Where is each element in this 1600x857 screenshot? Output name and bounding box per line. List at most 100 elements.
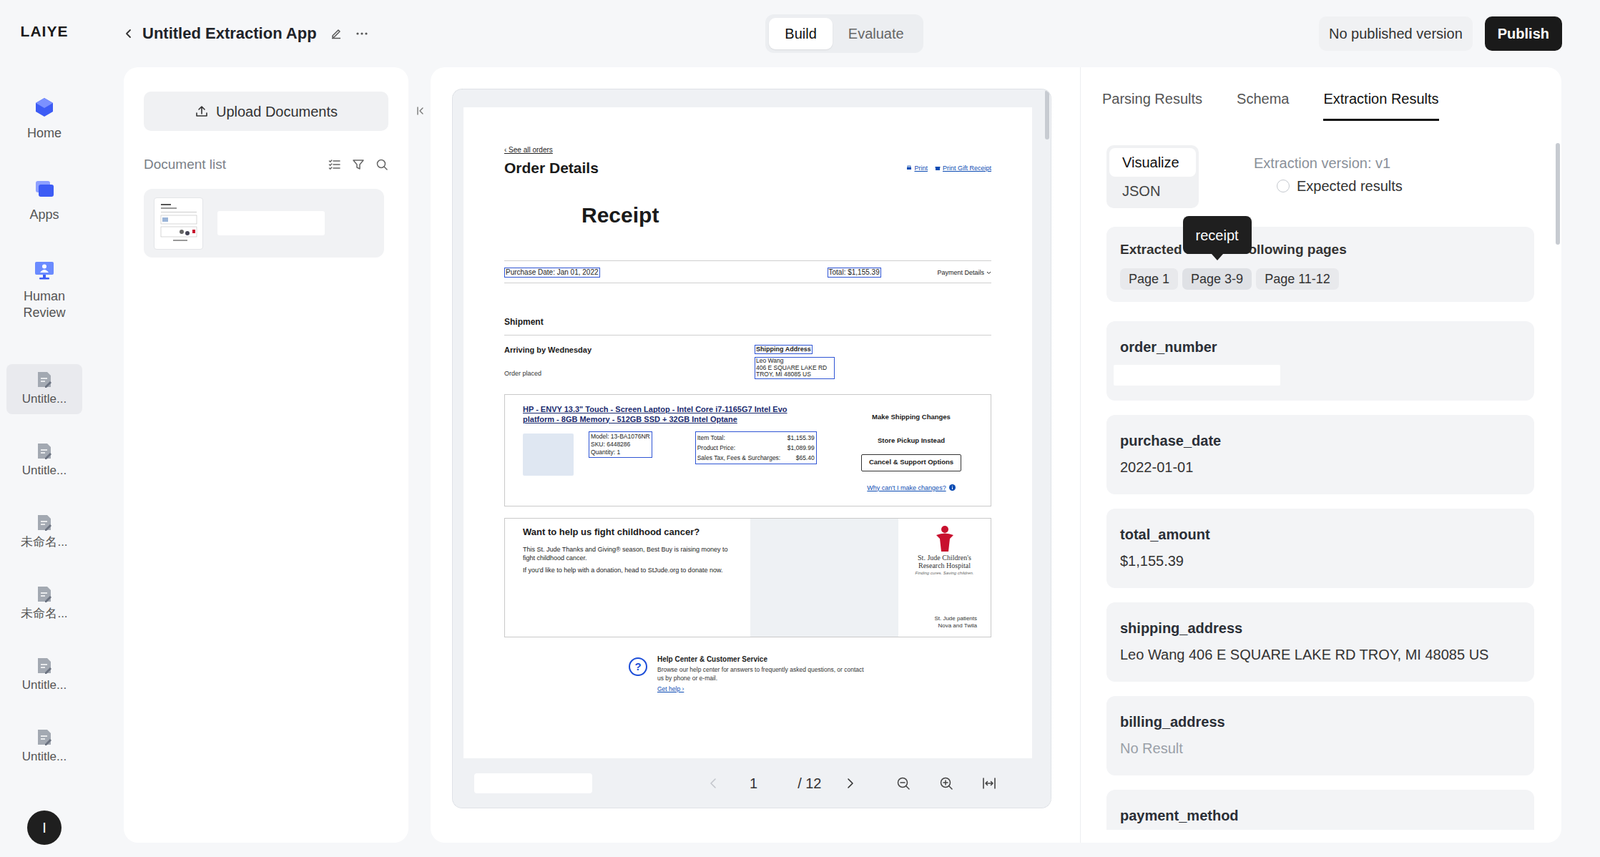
user-avatar[interactable]: I — [27, 810, 62, 845]
get-help-link[interactable]: Get help › — [657, 685, 872, 694]
edit-icon[interactable] — [329, 27, 343, 41]
file-name-field — [474, 773, 593, 794]
action-link[interactable]: Make Shipping Changes — [871, 411, 951, 422]
home-icon — [33, 96, 56, 119]
caption-line: St. Jude patients — [934, 615, 978, 623]
product-image — [522, 433, 574, 476]
extraction-version: Extraction version: v1 — [1253, 154, 1403, 172]
field-list: order_numberpurchase_date2022-01-01total… — [1106, 321, 1535, 830]
divider — [504, 260, 992, 262]
product-actions: Make Shipping Changes Store Pickup Instea… — [849, 404, 973, 472]
app-item[interactable]: 未命名... — [6, 507, 83, 558]
purchase-date: Purchase Date: Jan 01, 2022 — [504, 267, 601, 278]
app-document-icon — [36, 585, 53, 603]
app-label: 未命名... — [20, 535, 68, 550]
field-name: total_amount — [1120, 524, 1521, 545]
zoom-in-icon[interactable] — [939, 776, 954, 791]
nav-item[interactable]: Human Review — [5, 259, 84, 322]
action-link[interactable]: Store Pickup Instead — [877, 435, 945, 445]
app-item[interactable]: Untitle... — [6, 721, 83, 772]
page-number[interactable]: 1 — [749, 772, 758, 794]
more-icon[interactable] — [355, 31, 369, 36]
editor-panel: ‹ See all orders Order Details Print — [430, 67, 1562, 843]
gift-receipt-link[interactable]: Print Gift Receipt — [942, 164, 992, 173]
product-card: HP - ENVY 13.3" Touch - Screen Laptop - … — [504, 394, 992, 507]
divider — [504, 282, 992, 284]
radio-button[interactable] — [1276, 179, 1290, 193]
logo[interactable]: LAIYE — [20, 0, 69, 63]
view-option[interactable]: Visualize — [1109, 148, 1196, 177]
page-chip[interactable]: Page 11-12 — [1255, 268, 1339, 290]
promo-card: Want to help us fight childhood cancer? … — [504, 517, 992, 638]
price-label: Product Price: — [697, 442, 736, 453]
divider — [504, 334, 992, 336]
app-item[interactable]: Untitle... — [6, 435, 83, 486]
previous-page-icon[interactable] — [706, 777, 720, 789]
view-option[interactable]: JSON — [1109, 176, 1196, 206]
logo-line: Research Hospital — [917, 561, 972, 570]
workspace: Untitled Extraction App BuildEvaluate No… — [88, 0, 1600, 857]
list-check-icon[interactable] — [328, 158, 342, 171]
nav-item[interactable]: Apps — [5, 178, 84, 224]
field-card: purchase_date2022-01-01 — [1106, 414, 1535, 495]
field-card: payment_method — [1106, 789, 1535, 830]
zoom-out-icon[interactable] — [896, 776, 911, 791]
price-label: Item Total: — [697, 432, 726, 443]
results-tab[interactable]: Schema — [1236, 90, 1289, 121]
field-name: shipping_address — [1120, 617, 1521, 638]
upload-icon — [194, 104, 209, 119]
chevron-down-icon — [986, 271, 992, 275]
shipping-address-label: Shipping Address — [754, 344, 813, 355]
page-chip[interactable]: Page 1 — [1120, 268, 1179, 290]
print-link[interactable]: Print — [914, 164, 928, 173]
app-document-icon — [36, 442, 53, 460]
collapse-icon[interactable] — [416, 105, 427, 116]
expected-results-toggle[interactable]: Expected results — [1276, 177, 1403, 195]
results-tab[interactable]: Extraction Results — [1323, 90, 1439, 121]
document-thumbnail — [153, 197, 204, 250]
mode-tab[interactable]: Build — [768, 17, 832, 50]
price-value: $1,089.99 — [787, 442, 815, 453]
promo-line: If you'd like to help with a donation, h… — [522, 565, 738, 575]
back-icon[interactable] — [123, 27, 135, 40]
document-viewer: ‹ See all orders Order Details Print — [452, 88, 1052, 809]
print-icon — [906, 165, 912, 171]
fit-width-icon[interactable] — [982, 776, 997, 791]
results-tab[interactable]: Parsing Results — [1102, 90, 1203, 121]
shipping-address: Leo Wang406 E SQUARE LAKE RDTROY, MI 480… — [754, 356, 835, 380]
order-total: Total: $1,155.39 — [827, 267, 882, 278]
help-icon: ? — [628, 657, 648, 676]
filter-icon[interactable] — [351, 158, 365, 171]
help-text: Browse our help center for answers to fr… — [657, 665, 872, 683]
app-item[interactable]: 未命名... — [6, 578, 83, 629]
apps-icon — [33, 178, 56, 200]
mode-tab[interactable]: Evaluate — [832, 17, 920, 50]
page-chip[interactable]: Page 3-9receipt — [1182, 268, 1252, 290]
app-item[interactable]: Untitle... — [6, 650, 83, 701]
publish-button[interactable]: Publish — [1484, 16, 1563, 51]
document-list — [143, 188, 389, 258]
product-title-link[interactable]: HP - ENVY 13.3" Touch - Screen Laptop - … — [522, 404, 817, 425]
field-card: shipping_addressLeo Wang 406 E SQUARE LA… — [1106, 602, 1535, 682]
promo-photo — [750, 518, 899, 637]
spec-line: Quantity: 1 — [590, 448, 651, 457]
upload-button[interactable]: Upload Documents — [143, 91, 389, 131]
viewer-scrollbar[interactable] — [1044, 90, 1050, 140]
results-scrollbar[interactable] — [1555, 143, 1560, 245]
payment-details-link[interactable]: Payment Details — [936, 268, 985, 277]
document-item[interactable] — [143, 188, 385, 258]
next-page-icon[interactable] — [843, 777, 857, 789]
why-cant-change-link[interactable]: Why can't I make changes? — [866, 483, 946, 493]
action-button[interactable]: Cancel & Support Options — [861, 454, 962, 472]
nav-item[interactable]: Home — [5, 96, 84, 142]
arrival-text: Arriving by Wednesday — [504, 344, 755, 355]
field-card: billing_addressNo Result — [1106, 695, 1535, 776]
see-all-orders-link[interactable]: ‹ See all orders — [504, 145, 992, 155]
app-item[interactable]: Untitle... — [6, 364, 83, 415]
price-value: $1,155.39 — [787, 432, 815, 443]
spec-line: SKU: 6448286 — [590, 440, 651, 449]
search-icon[interactable] — [375, 158, 389, 171]
promo-title: Want to help us fight childhood cancer? — [522, 526, 744, 538]
field-name: billing_address — [1120, 711, 1521, 732]
nav-label: Human Review — [8, 288, 81, 322]
